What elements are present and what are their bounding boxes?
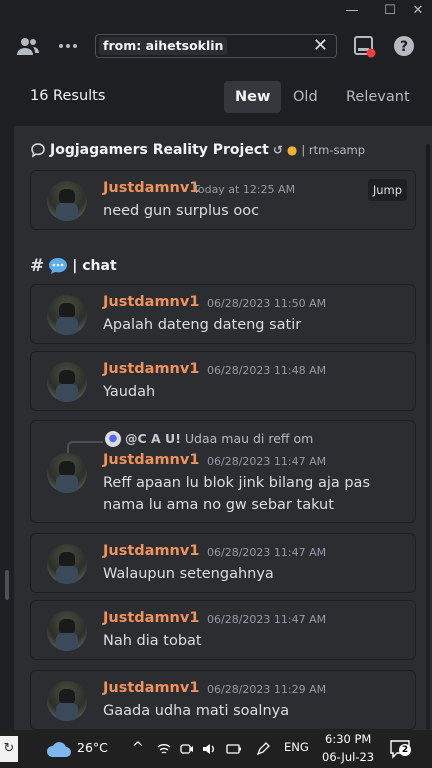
- search-result[interactable]: Justdamnv1 06/28/2023 11:50 AM Apalah da…: [30, 284, 416, 344]
- clock-time[interactable]: 6:30 PM: [325, 732, 371, 746]
- channel-emoji-icon: ↺: [272, 143, 283, 157]
- thread-icon: [31, 143, 45, 158]
- channel-header-chat[interactable]: # | chat: [30, 256, 117, 276]
- results-count: 16 Results: [30, 88, 106, 104]
- camera-icon[interactable]: [180, 742, 194, 756]
- cloud-icon[interactable]: [45, 740, 71, 758]
- timestamp: 06/28/2023 11:50 AM: [207, 297, 327, 310]
- avatar[interactable]: [47, 681, 87, 721]
- pen-icon[interactable]: [256, 742, 270, 756]
- username[interactable]: Justdamnv1: [103, 680, 199, 696]
- speech-bubble-icon: [49, 258, 68, 274]
- notification-badge: 2: [399, 744, 411, 756]
- language-indicator[interactable]: ENG: [284, 740, 309, 754]
- clear-icon[interactable]: ✕: [313, 37, 328, 55]
- left-scroll-indicator: [5, 570, 9, 600]
- avatar[interactable]: [47, 181, 87, 221]
- search-result[interactable]: Justdamnv1 06/28/2023 11:29 AM Gaada udh…: [30, 670, 416, 730]
- message-text: Reff apaan lu blok jink bilang aja pas n…: [103, 475, 370, 513]
- avatar[interactable]: [47, 453, 87, 493]
- timestamp: Today at 12:25 AM: [193, 183, 296, 196]
- avatar[interactable]: [47, 611, 87, 651]
- message-text: Apalah dateng dateng satir: [103, 317, 302, 333]
- search-results-panel: 16 Results New Old Relevant Jogjagamers …: [14, 70, 432, 730]
- search-result[interactable]: Justdamnv1 Today at 12:25 AM need gun su…: [30, 170, 416, 230]
- left-edge-strip: [0, 70, 14, 730]
- message-text: Gaada udha mati soalnya: [103, 703, 290, 719]
- username[interactable]: Justdamnv1: [103, 361, 199, 377]
- search-filter-tag: from: aihetsoklin: [99, 37, 228, 55]
- search-result[interactable]: Justdamnv1 06/28/2023 11:48 AM Yaudah: [30, 351, 416, 411]
- more-icon[interactable]: [56, 34, 80, 58]
- weather-temp[interactable]: 26°C: [77, 740, 108, 755]
- timestamp: 06/28/2023 11:29 AM: [207, 683, 327, 696]
- username[interactable]: Justdamnv1: [103, 180, 199, 196]
- discord-icon: ●: [105, 431, 121, 447]
- battery-icon[interactable]: [226, 742, 242, 756]
- reply-preview[interactable]: @C A U! Udaa mau di reff om: [125, 431, 313, 446]
- close-icon[interactable]: ✕: [406, 2, 430, 20]
- timestamp: 06/28/2023 11:47 AM: [207, 546, 327, 559]
- reply-text: Udaa mau di reff om: [184, 431, 314, 446]
- hash-icon: #: [30, 256, 45, 276]
- username[interactable]: Justdamnv1: [103, 452, 199, 468]
- title-bar: — ☐ ✕: [0, 0, 432, 22]
- channel-subname: | rtm-samp: [301, 143, 366, 157]
- help-icon[interactable]: ?: [392, 34, 416, 58]
- svg-text:?: ?: [400, 39, 408, 55]
- minimize-icon[interactable]: —: [340, 2, 364, 20]
- wifi-icon[interactable]: [157, 742, 171, 756]
- inbox-icon[interactable]: [352, 34, 376, 58]
- jump-button[interactable]: Jump: [367, 179, 407, 201]
- scroll-thumb[interactable]: [426, 144, 430, 344]
- channel-header-thread[interactable]: Jogjagamers Reality Project ↺ ● | rtm-sa…: [30, 142, 365, 158]
- message-text: Nah dia tobat: [103, 633, 202, 649]
- tab-old[interactable]: Old: [282, 81, 329, 113]
- taskbar: ↻ 26°C ^ ENG 6:30 PM 06-Jul-23 2: [0, 730, 432, 768]
- avatar[interactable]: [47, 295, 87, 335]
- timestamp: 06/28/2023 11:47 AM: [207, 613, 327, 626]
- username[interactable]: Justdamnv1: [103, 610, 199, 626]
- message-text: Walaupun setengahnya: [103, 566, 274, 582]
- tab-new[interactable]: New: [224, 81, 282, 113]
- timestamp: 06/28/2023 11:47 AM: [207, 455, 327, 468]
- refresh-icon[interactable]: ↻: [0, 736, 18, 762]
- members-icon[interactable]: [16, 34, 40, 58]
- show-hidden-icons-icon[interactable]: ^: [132, 740, 144, 756]
- search-result[interactable]: ● @C A U! Udaa mau di reff om Justdamnv1…: [30, 420, 416, 523]
- volume-icon[interactable]: [202, 742, 216, 756]
- reply-connector: [67, 441, 103, 453]
- avatar[interactable]: [47, 362, 87, 402]
- search-result[interactable]: Justdamnv1 06/28/2023 11:47 AM Nah dia t…: [30, 600, 416, 660]
- clock-date[interactable]: 06-Jul-23: [322, 750, 374, 764]
- username[interactable]: Justdamnv1: [103, 294, 199, 310]
- results-header: 16 Results New Old Relevant: [14, 70, 432, 126]
- message-text: Yaudah: [103, 384, 156, 400]
- reply-user: @C A U!: [125, 431, 181, 446]
- search-result[interactable]: Justdamnv1 06/28/2023 11:47 AM Walaupun …: [30, 533, 416, 593]
- maximize-icon[interactable]: ☐: [378, 2, 402, 20]
- username[interactable]: Justdamnv1: [103, 543, 199, 559]
- notifications-icon[interactable]: 2: [390, 739, 412, 759]
- channel-name: | chat: [72, 258, 117, 274]
- results-scrollbar[interactable]: [426, 144, 430, 730]
- masks-emoji-icon: ●: [286, 143, 298, 157]
- message-text: need gun surplus ooc: [103, 203, 260, 219]
- timestamp: 06/28/2023 11:48 AM: [207, 364, 327, 377]
- avatar[interactable]: [47, 544, 87, 584]
- search-input[interactable]: from: aihetsoklin ✕: [95, 34, 337, 58]
- channel-name: Jogjagamers Reality Project: [50, 142, 269, 158]
- tab-relevant[interactable]: Relevant: [335, 81, 421, 113]
